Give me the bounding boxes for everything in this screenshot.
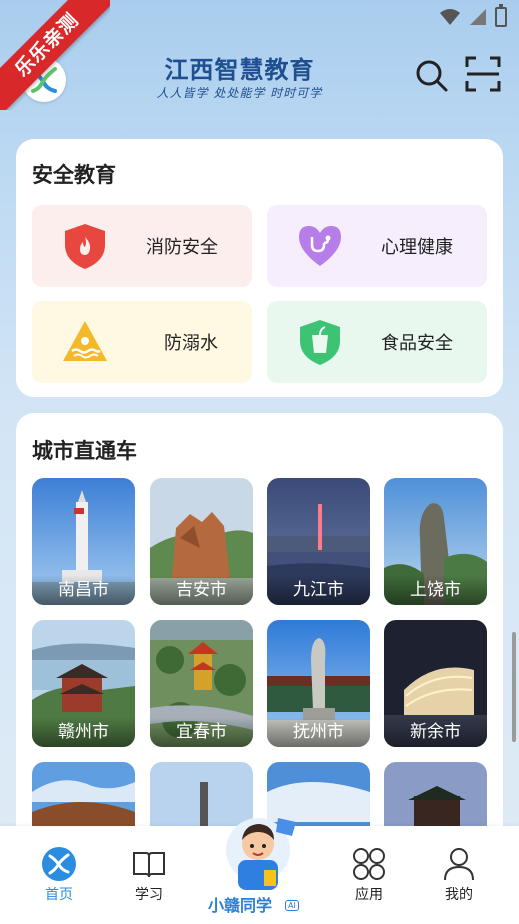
nav-label: 首页 [45, 887, 73, 903]
tile-label: 心理健康 [381, 237, 453, 258]
assistant-avatar-icon [226, 818, 296, 890]
city-tile-xinyu[interactable]: 新余市 [384, 620, 487, 747]
nav-assistant[interactable]: 小赣同学 AI [208, 806, 312, 924]
nav-label: 我的 [445, 887, 473, 903]
tile-label: 防溺水 [164, 333, 218, 354]
signal-icon [470, 9, 486, 25]
section-title-city: 城市直通车 [32, 439, 137, 463]
apps-grid-icon [353, 848, 385, 880]
assistant-label: 小赣同学 [208, 896, 273, 915]
drowning-warning-icon [63, 321, 107, 361]
tile-label: 消防安全 [146, 237, 218, 258]
fire-shield-icon [65, 224, 105, 269]
ribbon-container: 乐乐亲测 [0, 0, 110, 110]
scrollbar[interactable] [512, 632, 516, 742]
city-tile-jian[interactable]: 吉安市 [150, 478, 253, 605]
food-shield-icon [300, 320, 340, 365]
nav-mine[interactable]: 我的 [419, 826, 499, 924]
test-ribbon: 乐乐亲测 [0, 0, 110, 110]
tile-fire-safety[interactable]: 消防安全 [32, 205, 252, 287]
city-label: 吉安市 [150, 575, 253, 605]
user-icon [444, 848, 474, 881]
nav-home[interactable]: 首页 [19, 826, 99, 924]
section-title-safety: 安全教育 [32, 163, 116, 187]
city-tile-jiujiang[interactable]: 九江市 [267, 478, 370, 605]
nav-label: 学习 [135, 887, 163, 903]
book-icon [133, 852, 165, 878]
city-tile-nanchang[interactable]: 南昌市 [32, 478, 135, 605]
nav-label: 应用 [355, 887, 383, 903]
city-label: 新余市 [384, 717, 487, 747]
city-label: 九江市 [267, 575, 370, 605]
city-label: 抚州市 [267, 717, 370, 747]
city-tile-yichun[interactable]: 宜春市 [150, 620, 253, 747]
home-logo-icon [42, 847, 76, 881]
city-tile-fuzhou[interactable]: 抚州市 [267, 620, 370, 747]
battery-icon [495, 4, 507, 27]
search-icon[interactable] [414, 58, 450, 94]
tile-drowning-prevention[interactable]: 防溺水 [32, 301, 252, 383]
city-tile-ganzhou[interactable]: 赣州市 [32, 620, 135, 747]
city-label: 南昌市 [32, 575, 135, 605]
city-express-card: 城市直通车 南昌市 吉安市 九江市 上饶市 赣州市 宜春市 抚州市 新余市 [16, 413, 503, 853]
city-label: 赣州市 [32, 717, 135, 747]
city-label: 上饶市 [384, 575, 487, 605]
tile-mental-health[interactable]: 心理健康 [267, 205, 487, 287]
heart-stethoscope-icon [299, 226, 341, 266]
tile-label: 食品安全 [381, 333, 453, 354]
tile-food-safety[interactable]: 食品安全 [267, 301, 487, 383]
wifi-icon [440, 9, 460, 25]
city-label: 宜春市 [150, 717, 253, 747]
nav-apps[interactable]: 应用 [329, 826, 409, 924]
city-tile-shangrao[interactable]: 上饶市 [384, 478, 487, 605]
nav-study[interactable]: 学习 [109, 826, 189, 924]
ai-badge: AI [285, 900, 299, 911]
scan-icon[interactable] [465, 56, 501, 92]
safety-education-card: 安全教育 消防安全 心理健康 防溺水 食品安全 [16, 139, 503, 397]
